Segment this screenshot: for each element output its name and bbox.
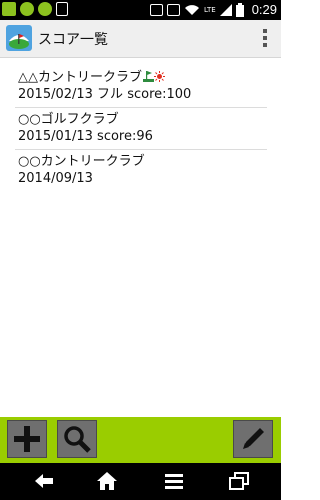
add-icon bbox=[14, 426, 40, 452]
recent-apps-icon[interactable] bbox=[228, 471, 250, 491]
page-title: スコア一覧 bbox=[38, 32, 108, 48]
voicemail-icon bbox=[150, 3, 164, 16]
battery-icon bbox=[235, 2, 244, 17]
menu-icon[interactable] bbox=[163, 471, 185, 491]
sun-icon bbox=[154, 71, 165, 82]
course-name: △△カントリークラブ bbox=[18, 70, 142, 85]
add-button[interactable] bbox=[7, 420, 47, 458]
edit-button[interactable] bbox=[233, 420, 273, 458]
search-button[interactable] bbox=[57, 420, 97, 458]
clock: 0:29 bbox=[251, 2, 277, 17]
sync-icon bbox=[167, 3, 181, 16]
flag-icon bbox=[143, 71, 154, 82]
round-detail: 2014/09/13 bbox=[18, 171, 93, 186]
round-detail: 2015/02/13 フル score:100 bbox=[18, 87, 192, 102]
signal-icon bbox=[219, 3, 232, 16]
course-name: ○○カントリークラブ bbox=[18, 154, 145, 169]
list-item[interactable]: ○○ゴルフクラブ 2015/01/13 score:96 bbox=[15, 108, 267, 150]
action-bar: スコア一覧 bbox=[0, 20, 281, 58]
list-item[interactable]: △△カントリークラブ 2015/02/13 フル score:100 bbox=[15, 66, 267, 108]
overflow-menu-icon[interactable] bbox=[263, 29, 267, 49]
course-name: ○○ゴルフクラブ bbox=[18, 112, 119, 127]
search-icon bbox=[64, 426, 91, 453]
wifi-icon bbox=[185, 4, 200, 15]
leaf-notification-icon bbox=[38, 2, 52, 16]
navigation-bar bbox=[0, 463, 281, 500]
status-bar: LTE 0:29 bbox=[0, 0, 281, 20]
sd-card-icon bbox=[56, 2, 68, 16]
home-icon[interactable] bbox=[96, 471, 118, 491]
vpn-notification-icon bbox=[20, 2, 34, 16]
list-item[interactable]: ○○カントリークラブ 2014/09/13 bbox=[15, 150, 267, 191]
app-icon[interactable] bbox=[6, 25, 32, 51]
app-notification-icon bbox=[2, 2, 16, 16]
network-label: LTE bbox=[204, 5, 216, 14]
round-detail: 2015/01/13 score:96 bbox=[18, 129, 153, 144]
back-icon[interactable] bbox=[33, 471, 55, 491]
bottom-toolbar bbox=[0, 417, 281, 463]
score-list: △△カントリークラブ 2015/02/13 フル score:100 ○○ゴルフ… bbox=[15, 66, 267, 191]
edit-icon bbox=[243, 428, 264, 449]
